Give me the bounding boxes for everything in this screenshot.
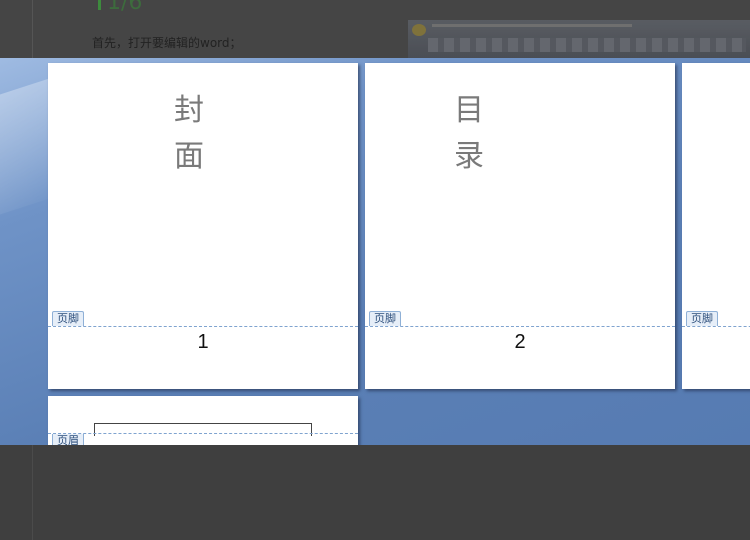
thumbnail-title-bar xyxy=(432,24,632,27)
step-number-text: 1/6 xyxy=(107,0,143,15)
header-boundary xyxy=(48,433,358,434)
step-instruction: 首先，打开要编辑的word； xyxy=(92,36,242,50)
page-heading[interactable]: 目 录 xyxy=(449,88,489,180)
page-number[interactable]: 1 xyxy=(48,331,358,354)
word-window-thumbnail xyxy=(408,20,750,58)
header-content-frame[interactable] xyxy=(94,423,312,436)
document-page-3[interactable]: 页脚 xyxy=(682,63,750,389)
document-page-4[interactable]: 页眉 xyxy=(48,396,358,445)
footer-label[interactable]: 页脚 xyxy=(52,311,84,326)
divider xyxy=(32,445,33,540)
page-heading[interactable]: 封 面 xyxy=(169,88,209,180)
footer-label[interactable]: 页脚 xyxy=(686,311,718,326)
footer-boundary xyxy=(48,326,358,327)
footer-label[interactable]: 页脚 xyxy=(369,311,401,326)
thumbnail-ribbon xyxy=(428,38,746,52)
overlay-bottom xyxy=(0,445,750,540)
page-number[interactable]: 2 xyxy=(365,331,675,354)
header-label[interactable]: 页眉 xyxy=(52,434,84,445)
step-number: 1/6 xyxy=(98,0,142,15)
step-marker xyxy=(98,0,101,10)
footer-boundary xyxy=(365,326,675,327)
footer-boundary xyxy=(682,326,750,327)
step-header: 1/6 首先，打开要编辑的word； xyxy=(0,0,750,58)
document-workspace[interactable]: 封 面 页脚 1 目 录 页脚 2 页脚 页眉 xyxy=(0,58,750,445)
document-page-2[interactable]: 目 录 页脚 2 xyxy=(365,63,675,389)
divider xyxy=(32,0,33,58)
document-page-1[interactable]: 封 面 页脚 1 xyxy=(48,63,358,389)
office-button-icon xyxy=(412,24,426,36)
